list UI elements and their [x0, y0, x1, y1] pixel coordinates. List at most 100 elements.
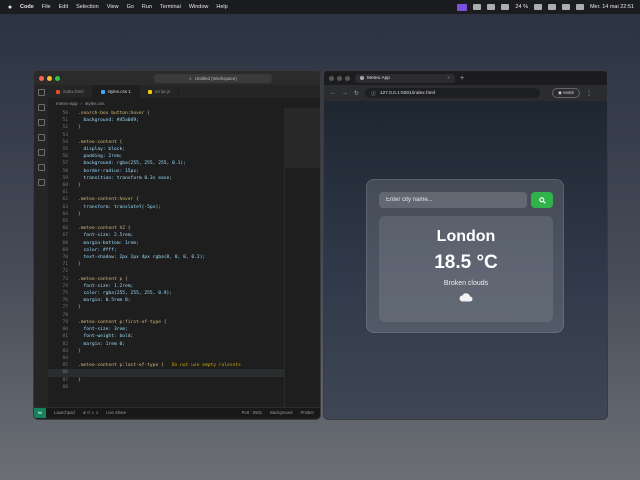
code-line[interactable]: 56 padding: 2rem; — [48, 153, 284, 160]
reload-icon[interactable]: ↻ — [354, 90, 359, 97]
prettier-status[interactable]: Prettier — [301, 410, 315, 415]
close-tab-icon[interactable]: × — [447, 76, 450, 81]
code-line[interactable]: 69 color: #fff; — [48, 247, 284, 254]
breadcrumb-file[interactable]: styles.css — [85, 101, 105, 106]
remote-explorer-icon[interactable] — [37, 164, 45, 171]
source-control-icon[interactable] — [37, 119, 45, 126]
live-share-status[interactable]: Live Share — [106, 410, 126, 415]
code-line[interactable]: 71} — [48, 261, 284, 268]
code-line[interactable]: 81 font-weight: bold; — [48, 333, 284, 340]
code-line[interactable]: 77} — [48, 304, 284, 311]
code-line[interactable]: 88 — [48, 384, 284, 391]
minimap[interactable] — [284, 108, 320, 407]
forward-icon[interactable]: → — [342, 90, 348, 96]
code-line[interactable]: 66 .meteo-content h2 { — [48, 225, 284, 232]
extensions-icon[interactable] — [37, 149, 45, 156]
new-tab-icon[interactable]: + — [460, 75, 464, 82]
zoom-window-button[interactable] — [55, 75, 60, 81]
problems-status[interactable]: ⊗ 0 ⚠ 1 — [83, 410, 98, 415]
address-bar[interactable]: ⓘ 127.0.0.1:5501/index.html — [365, 88, 541, 98]
menu-app-name[interactable]: Code — [20, 4, 34, 10]
command-center-search[interactable]: ⌕ Untitled (Workspace) — [154, 73, 272, 83]
code-editor[interactable]: 50 .search-box button:hover {51 backgroun… — [48, 108, 284, 407]
code-line[interactable]: 86 — [48, 369, 284, 377]
menu-terminal[interactable]: Terminal — [160, 4, 181, 10]
profile-button[interactable]: ◉ Invité — [552, 88, 580, 98]
code-line[interactable]: 78 — [48, 312, 284, 319]
battery-icon[interactable] — [533, 4, 542, 10]
clock[interactable]: Mer. 14 mai 22:51 — [590, 4, 634, 10]
zoom-window-button[interactable] — [345, 75, 350, 81]
background-status[interactable]: Background — [270, 410, 292, 415]
code-line[interactable]: 58 border-radius: 15px; — [48, 168, 284, 175]
menu-file[interactable]: File — [42, 4, 51, 10]
menu-kebab-icon[interactable]: ⋮ — [586, 90, 592, 97]
code-line[interactable]: 79 .meteo-content p:first-of-type { — [48, 319, 284, 326]
launchpad-status[interactable]: Launchpad — [54, 410, 75, 415]
code-line[interactable]: 65 — [48, 218, 284, 225]
close-window-button[interactable] — [39, 75, 44, 81]
explorer-icon[interactable] — [37, 89, 45, 96]
code-line[interactable]: 57 background: rgba(255, 255, 255, 0.1); — [48, 160, 284, 167]
code-line[interactable]: 68 margin-bottom: 1rem; — [48, 240, 284, 247]
site-info-icon[interactable]: ⓘ — [371, 90, 376, 97]
menu-run[interactable]: Run — [142, 4, 152, 10]
menu-help[interactable]: Help — [216, 4, 227, 10]
code-line[interactable]: 54 .meteo-content { — [48, 139, 284, 146]
menu-selection[interactable]: Selection — [76, 4, 99, 10]
tray-icon[interactable] — [473, 4, 482, 10]
menu-view[interactable]: View — [107, 4, 119, 10]
code-line[interactable]: 59 transition: transform 0.3s ease; — [48, 175, 284, 182]
tray-icon[interactable] — [487, 4, 496, 10]
code-line[interactable]: 87} — [48, 377, 284, 384]
code-line[interactable]: 62 .meteo-content:hover { — [48, 196, 284, 203]
search-icon[interactable] — [561, 4, 570, 10]
browser-tab[interactable]: Meteo App × — [355, 73, 455, 83]
code-line[interactable]: 85 .meteo-content p:last-of-type {Do not … — [48, 362, 284, 369]
apple-icon[interactable]: ● — [6, 4, 14, 11]
menu-go[interactable]: Go — [127, 4, 134, 10]
minimize-window-button[interactable] — [337, 75, 342, 81]
code-line[interactable]: 76 margin: 0.5rem 0; — [48, 297, 284, 304]
tab-styles-css[interactable]: styles.css 1 — [92, 85, 140, 98]
menu-edit[interactable]: Edit — [59, 4, 68, 10]
code-line[interactable]: 72 — [48, 268, 284, 275]
breadcrumb-folder[interactable]: meteo-app — [56, 101, 78, 106]
code-line[interactable]: 67 font-size: 2.5rem; — [48, 232, 284, 239]
search-button[interactable] — [531, 192, 553, 208]
close-window-button[interactable] — [329, 75, 334, 81]
code-line[interactable]: 82 margin: 1rem 0; — [48, 341, 284, 348]
back-icon[interactable]: ← — [330, 90, 336, 96]
control-center-icon[interactable] — [575, 4, 584, 10]
code-line[interactable]: 70 text-shadow: 2px 2px 4px rgba(0, 0, 0… — [48, 254, 284, 261]
tab-script-js[interactable]: script.js — [140, 85, 180, 98]
lint-warning[interactable]: Do not use empty rulesets — [172, 362, 241, 369]
run-debug-icon[interactable] — [37, 134, 45, 141]
code-line[interactable]: 55 display: block; — [48, 146, 284, 153]
code-line[interactable]: 84 — [48, 355, 284, 362]
code-line[interactable]: 64} — [48, 211, 284, 218]
search-icon[interactable] — [37, 104, 45, 111]
code-line[interactable]: 75 color: rgba(255, 255, 255, 0.9); — [48, 290, 284, 297]
code-line[interactable]: 51 background: #45a049; — [48, 117, 284, 124]
code-line[interactable]: 73 .meteo-content p { — [48, 276, 284, 283]
code-line[interactable]: 80 font-size: 3rem; — [48, 326, 284, 333]
code-line[interactable]: 61 — [48, 189, 284, 196]
menu-window[interactable]: Window — [189, 4, 209, 10]
code-line[interactable]: 83} — [48, 348, 284, 355]
port-status[interactable]: Port : 5501 — [242, 410, 263, 415]
code-line[interactable]: 63 transform: translateY(-5px); — [48, 204, 284, 211]
tray-icon[interactable] — [501, 4, 510, 10]
code-line[interactable]: 74 font-size: 1.2rem; — [48, 283, 284, 290]
minimize-window-button[interactable] — [47, 75, 52, 81]
live-share-icon[interactable] — [37, 179, 45, 186]
remote-indicator-icon[interactable]: ⋈ — [34, 407, 46, 418]
code-line[interactable]: 50 .search-box button:hover { — [48, 110, 284, 117]
wifi-icon[interactable] — [547, 4, 556, 10]
code-line[interactable]: 53 — [48, 132, 284, 139]
minimap-slider[interactable] — [285, 108, 320, 168]
city-search-input[interactable] — [379, 192, 527, 208]
screen-record-icon[interactable] — [457, 3, 468, 11]
tab-index-html[interactable]: index.html — [48, 85, 93, 98]
code-line[interactable]: 52} — [48, 124, 284, 131]
